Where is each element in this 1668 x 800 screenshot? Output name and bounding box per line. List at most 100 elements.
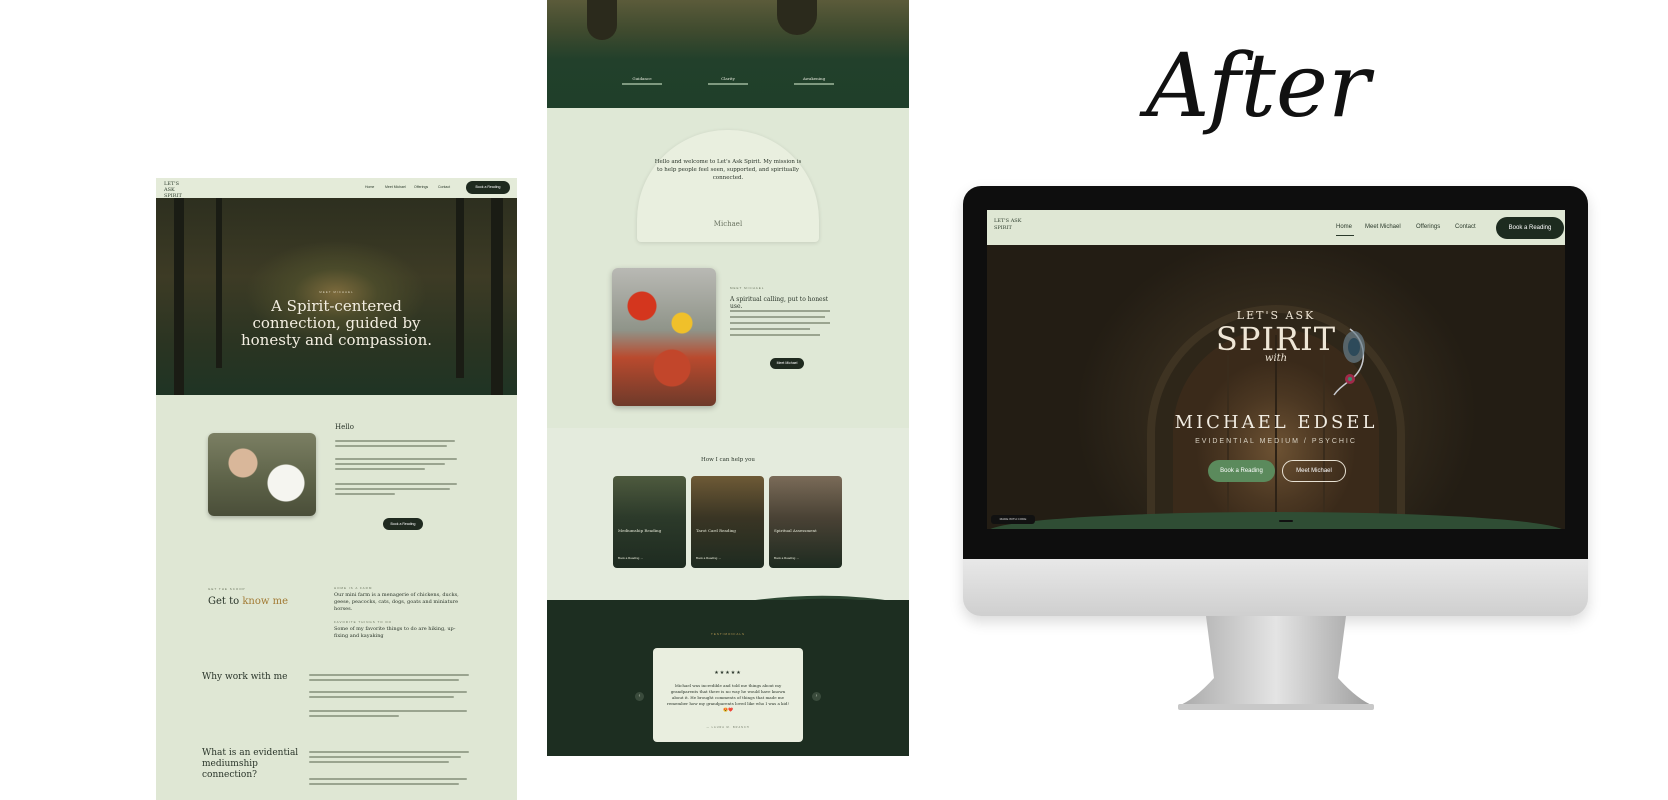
card-title: Spiritual Assessment [774,528,817,533]
hero-eyebrow: MEET MICHAEL [319,290,354,294]
monitor-chin [963,559,1588,616]
service-card[interactable]: Spiritual Assessment Book a Reading → [769,476,842,568]
nav-book-button[interactable]: Book a Reading [466,181,510,194]
paragraph-line [309,691,467,693]
testimonial-quote: Michael was incredible and told me thing… [666,683,790,712]
book-reading-button[interactable]: Book a Reading [383,518,423,530]
paragraph-line [309,696,454,698]
hello-heading: Hello [335,423,354,431]
michael-with-goose-photo [208,433,316,516]
imac-monitor: LET'S ASK SPIRIT Home Meet Michael Offer… [963,186,1588,616]
value-awakening: Awakening [764,76,864,85]
card-cta[interactable]: Book a Reading → [696,556,721,560]
navbar: LET'S ASK SPIRIT Home Meet Michael Offer… [156,178,517,199]
active-underline [1336,235,1354,236]
nav-meet-michael[interactable]: Meet Michael [385,185,406,189]
why-work-heading: Why work with me [202,672,288,682]
screen-nav-home[interactable]: Home [1336,224,1352,230]
screen-nav-contact[interactable]: Contact [1455,224,1476,230]
screen-navbar: LET'S ASK SPIRIT Home Meet Michael Offer… [987,210,1565,245]
paragraph-line [309,710,467,712]
fact1-text: Our mini farm is a menagerie of chickens… [334,592,459,612]
site-logo[interactable]: LET'S ASK SPIRIT [164,181,190,199]
made-with-badge[interactable]: MADE WITH CODE [991,515,1035,524]
fact2-text: Some of my favorite things to do are hik… [334,626,456,639]
paragraph-line [335,440,455,442]
value-label: Clarity [721,76,735,81]
prev-arrow-icon[interactable]: ‹ [635,692,644,701]
paragraph-line [309,751,469,753]
hero-subtitle: EVIDENTIAL MEDIUM / PSYCHIC [1195,438,1357,445]
testimonial-author: — LAURA M. BRANCH [706,726,750,729]
value-line [622,83,662,85]
paragraph-line [309,715,399,717]
paragraph-line [309,756,461,758]
paragraph-line [335,493,395,495]
value-line [708,83,748,85]
paragraph-line [309,783,459,785]
hero-name: MICHAEL EDSEL [1174,412,1378,433]
testimonial-card: ★★★★★ Michael was incredible and told me… [653,648,803,742]
paragraph-line [335,445,447,447]
tree-trunk [174,198,184,395]
scroll-indicator [1279,520,1293,522]
fact2-label: FAVORITE THINGS TO DO [334,620,392,624]
hero-forest: MEET MICHAEL A Spirit-centered connectio… [156,198,517,395]
rating-stars: ★★★★★ [714,670,742,676]
hero-with: with [1264,353,1288,364]
card-title: Mediumship Reading [618,528,662,533]
get-to-know-me-heading: Get to know me [208,596,288,607]
service-card[interactable]: Mediumship Reading Book a Reading → [613,476,686,568]
value-clarity: Clarity [678,76,778,85]
paragraph-line [730,310,830,312]
meet-michael-button[interactable]: Meet Michael [770,358,804,369]
nav-offerings[interactable]: Offerings [414,185,428,189]
website-page-home: Guidance Clarity Awakening Hello and wel… [547,0,909,756]
paragraph-line [335,468,425,470]
paragraph-line [730,328,810,330]
value-label: Awakening [802,76,826,81]
paragraph-line [309,674,469,676]
website-page-meet-michael: LET'S ASK SPIRIT Home Meet Michael Offer… [156,178,517,800]
hero-stone-archway [987,245,1565,529]
screen-nav-meet-michael[interactable]: Meet Michael [1365,224,1401,230]
nav-contact[interactable]: Contact [438,185,450,189]
after-script-label: After [1139,34,1375,137]
nav-home[interactable]: Home [365,185,374,189]
paragraph-line [335,488,450,490]
screen-logo[interactable]: LET'S ASK SPIRIT [994,218,1032,232]
screen-nav-offerings[interactable]: Offerings [1416,224,1440,230]
michael-with-flowers-photo [612,268,716,406]
service-card[interactable]: Tarot Card Reading Book a Reading → [691,476,764,568]
fact1-label: HOME IS A FARM [334,586,373,590]
after-text: After [1139,34,1375,137]
value-line [794,83,834,85]
calling-heading: A spiritual calling, put to honest use. [730,296,829,310]
paragraph-line [309,761,449,763]
gtk-accent: know me [242,596,288,607]
card-cta[interactable]: Book a Reading → [774,556,799,560]
screen-book-button[interactable]: Book a Reading [1496,217,1564,239]
value-label: Guidance [632,76,652,81]
card-cta[interactable]: Book a Reading → [618,556,643,560]
next-arrow-icon[interactable]: › [812,692,821,701]
gtk-eyebrow: GET THE SCOOP [208,587,246,591]
value-guidance: Guidance [592,76,692,85]
hero-title: A Spirit-centered connection, guided by … [240,297,433,349]
hero-meet-button[interactable]: Meet Michael [1282,460,1346,482]
card-title: Tarot Card Reading [696,528,736,533]
tree-trunk [491,198,503,395]
testimonials-eyebrow: TESTIMONIALS [710,632,745,636]
how-i-can-help-heading: How I can help you [701,457,755,463]
paragraph-line [730,316,825,318]
paragraph-line [335,483,457,485]
paragraph-line [335,458,457,460]
hero-book-button[interactable]: Book a Reading [1208,460,1275,482]
website-hero-screen: LET'S ASK SPIRIT Home Meet Michael Offer… [987,210,1565,529]
gtk-title: Get to [208,596,243,607]
signature: Michael [713,220,743,228]
tree-trunk [456,198,464,378]
welcome-text: Hello and welcome to Let's Ask Spirit. M… [654,159,802,181]
monitor-stand [1178,616,1374,710]
forest-footer-band [547,0,909,108]
